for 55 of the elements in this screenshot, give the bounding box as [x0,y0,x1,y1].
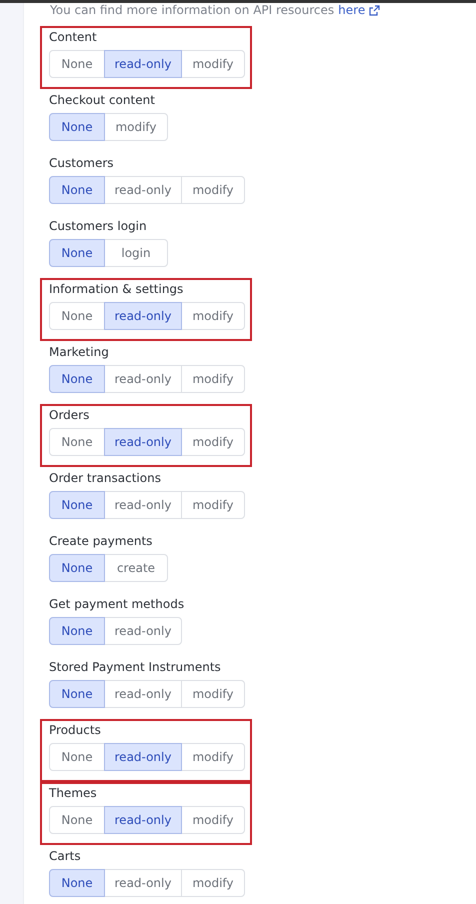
scope-label: Customers login [49,218,148,235]
scope-option[interactable]: read-only [104,302,182,330]
scope-option[interactable]: read-only [104,176,182,204]
scope-option[interactable]: read-only [104,617,182,645]
scope-option[interactable]: None [49,491,105,519]
scope-option[interactable]: modify [181,176,245,204]
scope-option[interactable]: None [49,365,105,393]
scope-label: Information & settings [49,281,184,298]
scope-option[interactable]: read-only [104,680,182,708]
external-link-icon [369,4,380,16]
scope-option[interactable]: modify [181,869,245,897]
scope-label: Order transactions [49,470,162,487]
scope-option[interactable]: None [49,239,105,267]
info-text: You can find more information on API resources [50,3,334,17]
scope-option[interactable]: None [49,428,105,456]
scope-option[interactable]: None [49,50,105,78]
scope-label: Carts [49,848,82,865]
scope-option[interactable]: read-only [104,365,182,393]
scope-label: Themes [49,785,98,802]
scope-option[interactable]: modify [181,428,245,456]
scope-option[interactable]: None [49,743,105,771]
scope-option[interactable]: modify [181,680,245,708]
scope-option[interactable]: modify [181,743,245,771]
scope-option[interactable]: read-only [104,428,182,456]
scope-option[interactable]: create [104,554,168,582]
scope-option[interactable]: None [49,176,105,204]
scope-option[interactable]: None [49,869,105,897]
scope-option[interactable]: None [49,302,105,330]
scope-option[interactable]: None [49,554,105,582]
scope-option[interactable]: None [49,617,105,645]
scope-option[interactable]: modify [181,491,245,519]
scope-option[interactable]: modify [181,365,245,393]
scope-label: Orders [49,407,90,424]
scope-option[interactable]: login [104,239,168,267]
scope-label: Customers [49,155,115,172]
scope-label: Marketing [49,344,110,361]
scope-label: Stored Payment Instruments [49,659,222,676]
scope-option[interactable]: read-only [104,50,182,78]
scope-option[interactable]: None [49,113,105,141]
scope-option[interactable]: modify [181,806,245,834]
scope-label: Create payments [49,533,154,550]
scope-label: Get payment methods [49,596,186,613]
scope-option[interactable]: read-only [104,869,182,897]
scope-option[interactable]: None [49,680,105,708]
scope-label: Content [49,29,98,46]
scope-option[interactable]: modify [104,113,168,141]
scope-option[interactable]: None [49,806,105,834]
scope-option[interactable]: read-only [104,743,182,771]
scope-option[interactable]: modify [181,50,245,78]
scope-label: Checkout content [49,92,156,109]
scope-option[interactable]: modify [181,302,245,330]
scope-label: Products [49,722,102,739]
scope-option[interactable]: read-only [104,806,182,834]
scope-option[interactable]: read-only [104,491,182,519]
here-link[interactable]: here [338,3,366,17]
